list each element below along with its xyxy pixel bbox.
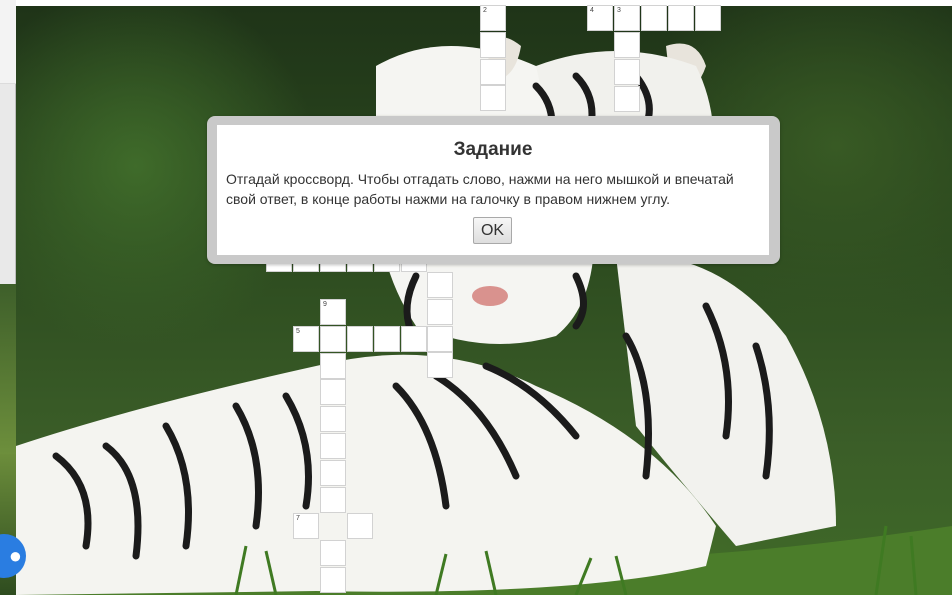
crossword-cell[interactable]: [480, 31, 506, 58]
crossword-cell[interactable]: [667, 5, 694, 31]
crossword-cell[interactable]: [427, 352, 453, 379]
crossword-cell[interactable]: [694, 5, 721, 31]
crossword-cell[interactable]: [320, 433, 346, 459]
crossword-cell[interactable]: [347, 513, 373, 539]
crossword-cell[interactable]: [614, 32, 640, 58]
dialog-instructions: Отгадай кроссворд. Чтобы отгадать слово,…: [226, 171, 734, 207]
crossword-cell[interactable]: [427, 272, 453, 298]
task-dialog: Задание Отгадай кроссворд. Чтобы отгадат…: [217, 125, 769, 255]
crossword-cell[interactable]: [641, 5, 667, 31]
crossword-cell[interactable]: [373, 326, 400, 352]
clue-number: 5: [296, 328, 300, 335]
crossword-cell[interactable]: [347, 326, 373, 352]
crossword-cell[interactable]: [320, 379, 346, 406]
clue-number: 7: [296, 515, 300, 522]
clue-number: 9: [323, 301, 327, 308]
crossword-cell[interactable]: 9: [320, 299, 346, 325]
crossword-cell[interactable]: [427, 326, 454, 352]
crossword-cell[interactable]: 3: [614, 5, 640, 31]
crossword-cell[interactable]: 7: [293, 513, 319, 539]
crossword-cell[interactable]: [320, 325, 346, 352]
ok-button[interactable]: OK: [473, 217, 512, 244]
crossword-cell[interactable]: [480, 85, 506, 112]
host-page-strip: [0, 0, 16, 595]
crossword-cell[interactable]: [614, 85, 640, 112]
clue-number: 4: [590, 7, 594, 14]
crossword-cell[interactable]: [400, 326, 427, 352]
crossword-cell[interactable]: 2: [480, 5, 506, 31]
clue-number: 3: [617, 7, 621, 14]
crossword-cell[interactable]: [320, 459, 346, 486]
crossword-cell[interactable]: 5: [293, 326, 319, 352]
crossword-cell[interactable]: [427, 298, 453, 325]
crossword-cell[interactable]: [320, 486, 346, 513]
crossword-cell[interactable]: 4: [587, 5, 613, 31]
crossword-cell[interactable]: [320, 352, 346, 379]
crossword-cell[interactable]: [614, 58, 640, 85]
crossword-cell[interactable]: [320, 406, 346, 433]
crossword-cell[interactable]: [480, 58, 506, 85]
clue-number: 2: [483, 7, 487, 14]
crossword-cell[interactable]: [320, 566, 346, 593]
dialog-title: Задание: [453, 139, 533, 160]
crossword-cell[interactable]: [320, 540, 346, 566]
